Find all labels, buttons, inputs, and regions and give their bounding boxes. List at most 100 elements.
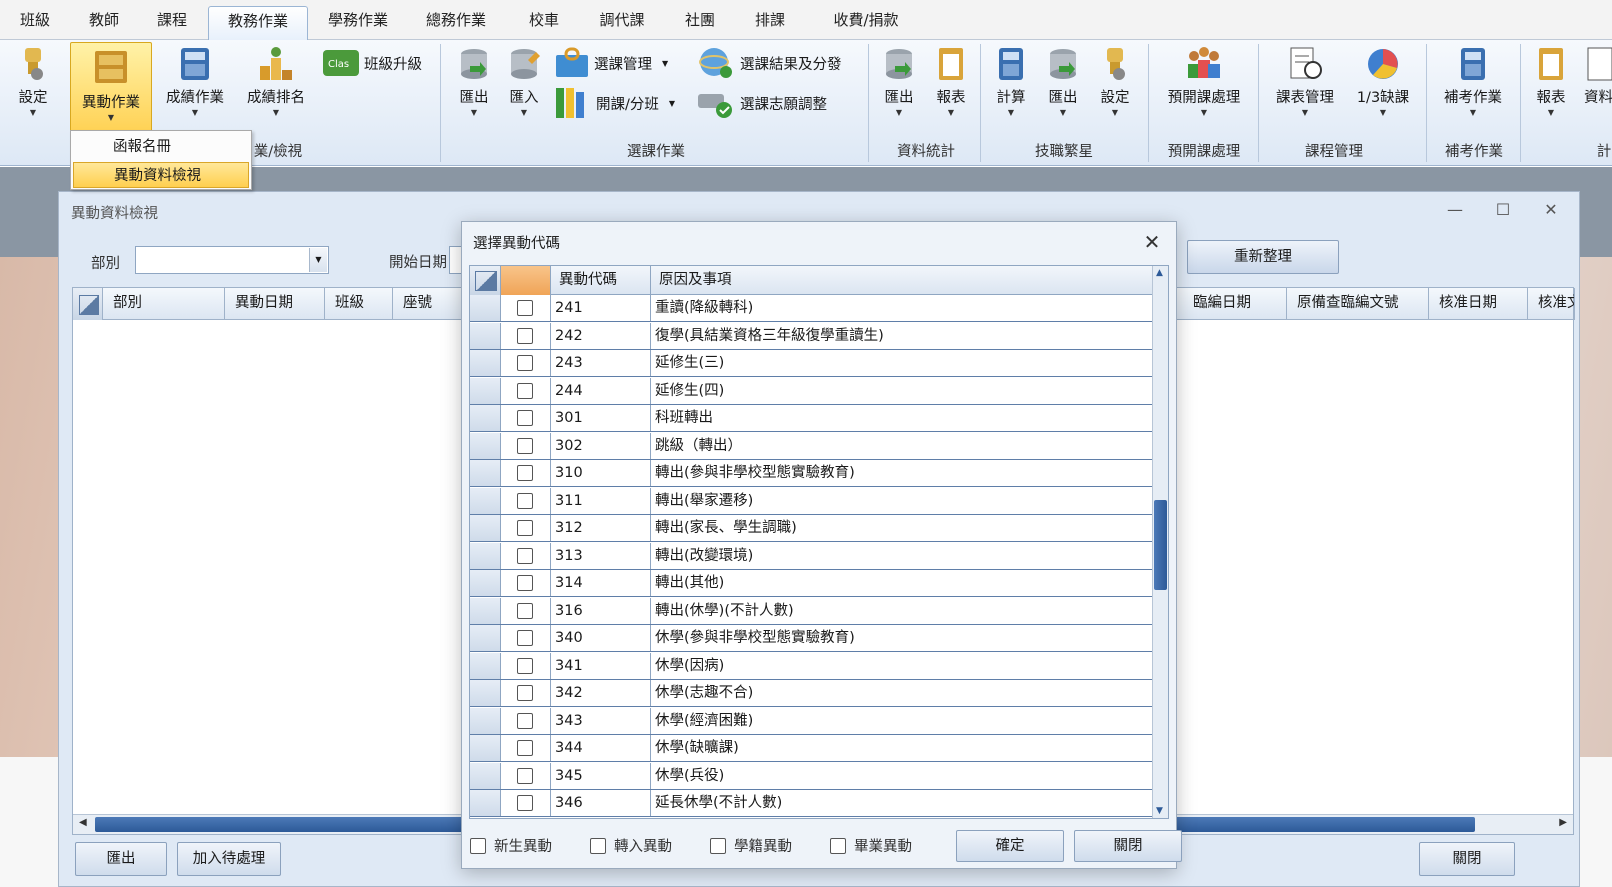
scroll-left-icon[interactable]: ◀ — [79, 817, 87, 828]
select-all-corner[interactable] — [73, 288, 103, 320]
row-selector[interactable] — [470, 762, 501, 789]
chevron-down-icon[interactable]: ▼ — [309, 248, 327, 272]
row-selector[interactable] — [470, 322, 501, 349]
filter-enrollment-change[interactable]: 學籍異動 — [710, 835, 792, 856]
row-selector[interactable] — [470, 542, 501, 569]
makeup-exam-button[interactable]: 補考作業 ▼ — [1436, 44, 1510, 117]
row-check-cell[interactable] — [501, 350, 551, 376]
export-button[interactable]: 匯出 — [75, 842, 167, 876]
vertical-scrollbar[interactable]: ▲ ▼ — [1152, 266, 1168, 818]
row-selector[interactable] — [470, 680, 501, 706]
table-row[interactable]: 313 轉出(改變環境) — [470, 542, 1154, 570]
row-check-cell[interactable] — [501, 652, 551, 679]
table-row[interactable]: 244 延修生(四) — [470, 377, 1154, 405]
table-row[interactable]: 243 延修生(三) — [470, 350, 1154, 377]
row-check-cell[interactable] — [501, 625, 551, 651]
change-ops-button[interactable]: 異動作業 ▼ — [70, 42, 152, 132]
row-selector[interactable] — [470, 405, 501, 431]
table-row[interactable]: 346 延長休學(不計人數) — [470, 790, 1154, 817]
table-row[interactable]: 302 跳級（轉出） — [470, 432, 1154, 460]
row-selector[interactable] — [470, 432, 501, 459]
row-check-cell[interactable] — [501, 377, 551, 404]
row-selector[interactable] — [470, 295, 501, 321]
column-header-reason[interactable]: 原因及事項 — [651, 266, 1154, 295]
ok-button[interactable]: 確定 — [956, 830, 1064, 862]
scroll-up-icon[interactable]: ▲ — [1156, 268, 1163, 278]
table-row[interactable]: 311 轉出(舉家遷移) — [470, 487, 1154, 515]
add-pending-button[interactable]: 加入待處理 — [177, 842, 281, 876]
row-selector[interactable] — [470, 625, 501, 651]
table-row[interactable]: 310 轉出(參與非學校型態實驗教育) — [470, 460, 1154, 487]
row-check-cell[interactable] — [501, 707, 551, 734]
filter-graduation[interactable]: 畢業異動 — [830, 835, 912, 856]
table-row[interactable]: 314 轉出(其他) — [470, 570, 1154, 597]
filter-transfer-in[interactable]: 轉入異動 — [590, 835, 672, 856]
export-button-1[interactable]: 匯出 ▼ — [452, 44, 496, 117]
column-header[interactable]: 班級 — [325, 288, 393, 320]
settings-button[interactable]: 設定 ▼ — [6, 44, 60, 117]
class-promote-button[interactable]: Clas 班級升級 — [322, 46, 422, 80]
row-check-cell[interactable] — [501, 542, 551, 569]
column-header[interactable]: 原備查臨編文號 — [1287, 288, 1429, 320]
report-button-1[interactable]: 報表 ▼ — [928, 44, 974, 117]
table-row[interactable]: 341 休學(因病) — [470, 652, 1154, 680]
close-button[interactable]: 關閉 — [1419, 842, 1515, 876]
row-check-cell[interactable] — [501, 460, 551, 486]
checkbox[interactable] — [517, 740, 533, 756]
report-button-2[interactable]: 報表 ▼ — [1528, 44, 1574, 117]
export-button-3[interactable]: 匯出 ▼ — [1040, 44, 1086, 117]
checkbox[interactable] — [517, 355, 533, 371]
tab-substitute[interactable]: 調代課 — [586, 6, 658, 39]
row-check-cell[interactable] — [501, 735, 551, 761]
dialog-close-button[interactable]: 關閉 — [1074, 830, 1182, 862]
row-selector[interactable] — [470, 652, 501, 679]
schedule-mgmt-button[interactable]: 課表管理 ▼ — [1268, 44, 1342, 117]
check-column-header[interactable] — [501, 266, 551, 295]
column-header[interactable]: 部別 — [103, 288, 225, 320]
close-icon[interactable]: ✕ — [1531, 196, 1571, 224]
menu-item-roster[interactable]: 函報名冊 — [73, 134, 249, 160]
checkbox[interactable] — [590, 837, 606, 854]
table-row[interactable]: 312 轉出(家長、學生調職) — [470, 515, 1154, 542]
course-select-mgmt-button[interactable]: 選課管理 ▼ — [554, 46, 668, 80]
grade-ops-button[interactable]: 成績作業 ▼ — [160, 44, 230, 117]
row-selector[interactable] — [470, 460, 501, 486]
checkbox[interactable] — [517, 410, 533, 426]
export-button-2[interactable]: 匯出 ▼ — [876, 44, 922, 117]
column-header-code[interactable]: 異動代碼 — [551, 266, 651, 295]
table-row[interactable]: 345 休學(兵役) — [470, 762, 1154, 790]
row-check-cell[interactable] — [501, 680, 551, 706]
tab-student-affairs[interactable]: 學務作業 — [318, 6, 398, 39]
tab-school-bus[interactable]: 校車 — [516, 6, 572, 39]
close-icon[interactable]: ✕ — [1136, 226, 1168, 258]
checkbox[interactable] — [517, 382, 533, 399]
checkbox[interactable] — [830, 837, 846, 854]
grade-rank-button[interactable]: 成績排名 ▼ — [240, 44, 312, 117]
scrollbar-thumb[interactable] — [1154, 500, 1167, 590]
column-header[interactable]: 核准日期 — [1429, 288, 1528, 320]
checkbox[interactable] — [517, 575, 533, 591]
row-selector[interactable] — [470, 515, 501, 541]
row-check-cell[interactable] — [501, 487, 551, 514]
checkbox[interactable] — [517, 327, 533, 344]
checkbox[interactable] — [517, 602, 533, 619]
tab-fees-donations[interactable]: 收費/捐款 — [812, 6, 920, 39]
row-selector[interactable] — [470, 790, 501, 816]
checkbox[interactable] — [517, 437, 533, 454]
department-select[interactable]: ▼ — [135, 246, 329, 274]
table-row[interactable]: 301 科班轉出 — [470, 405, 1154, 432]
preopen-process-button[interactable]: 預開課處理 ▼ — [1156, 44, 1252, 117]
tab-club[interactable]: 社團 — [672, 6, 728, 39]
checkbox[interactable] — [517, 547, 533, 564]
refresh-button[interactable]: 重新整理 — [1187, 240, 1339, 274]
row-check-cell[interactable] — [501, 762, 551, 789]
checkbox[interactable] — [517, 712, 533, 729]
checkbox[interactable] — [517, 685, 533, 701]
row-selector[interactable] — [470, 597, 501, 624]
row-check-cell[interactable] — [501, 570, 551, 596]
row-check-cell[interactable] — [501, 790, 551, 816]
checkbox[interactable] — [517, 492, 533, 509]
row-selector[interactable] — [470, 570, 501, 596]
table-row[interactable]: 316 轉出(休學)(不計人數) — [470, 597, 1154, 625]
checkbox[interactable] — [517, 630, 533, 646]
